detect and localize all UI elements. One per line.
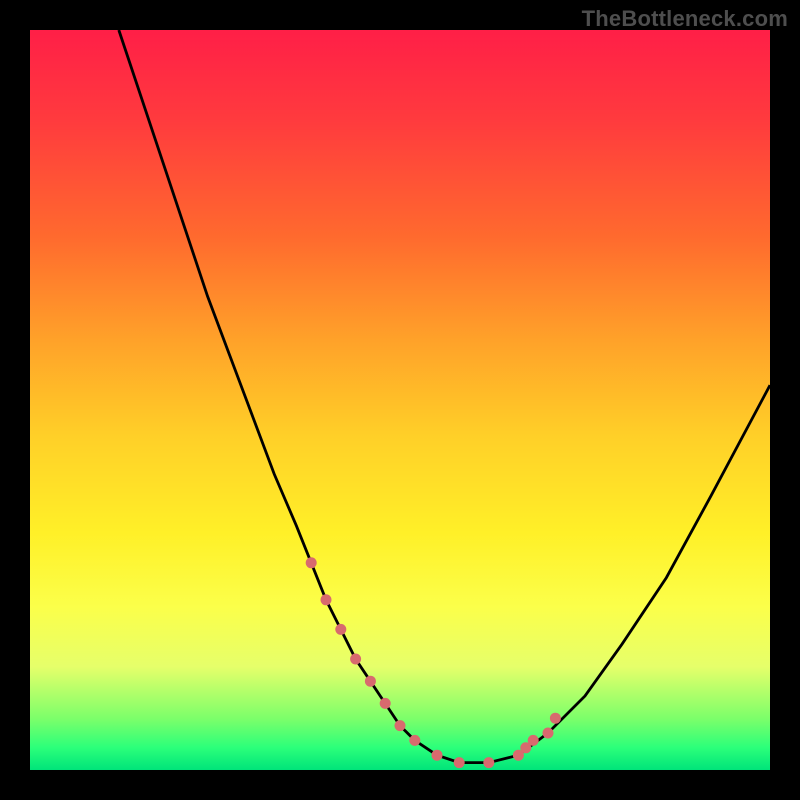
- marker-point: [365, 676, 376, 687]
- marker-point: [350, 654, 361, 665]
- chart-frame: TheBottleneck.com: [0, 0, 800, 800]
- marker-point: [543, 728, 554, 739]
- marker-point: [335, 624, 346, 635]
- marker-group: [306, 557, 561, 768]
- bottleneck-curve: [119, 30, 770, 763]
- plot-area: [30, 30, 770, 770]
- marker-point: [409, 735, 420, 746]
- marker-point: [528, 735, 539, 746]
- marker-point: [550, 713, 561, 724]
- marker-point: [306, 557, 317, 568]
- marker-point: [454, 757, 465, 768]
- watermark-text: TheBottleneck.com: [582, 6, 788, 32]
- marker-point: [380, 698, 391, 709]
- marker-point: [483, 757, 494, 768]
- marker-point: [432, 750, 443, 761]
- marker-point: [321, 594, 332, 605]
- marker-point: [395, 720, 406, 731]
- chart-svg: [30, 30, 770, 770]
